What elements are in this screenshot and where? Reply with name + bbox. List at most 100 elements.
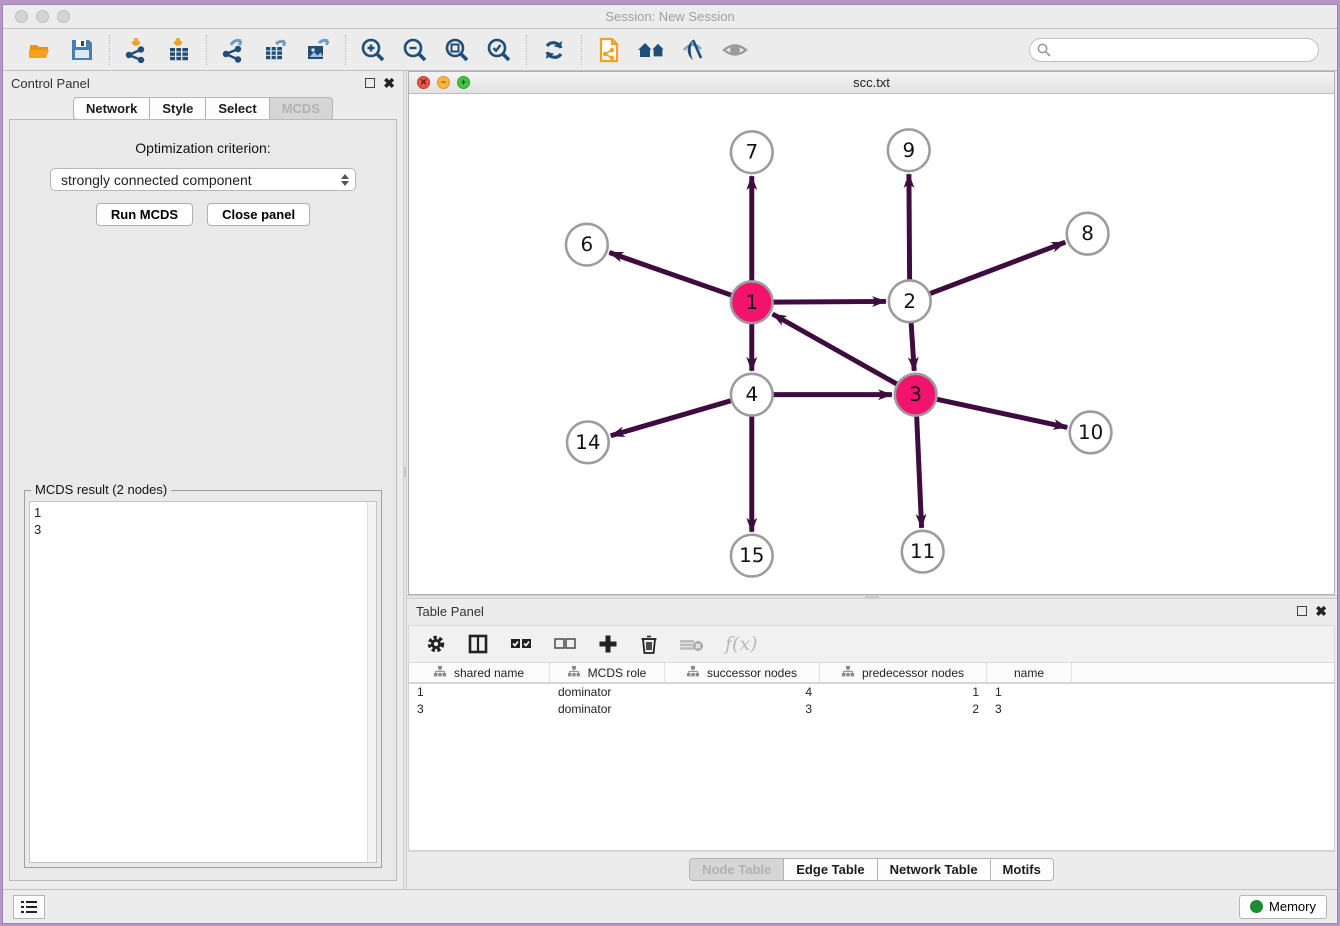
network-zoom-icon[interactable]: + [457,76,470,89]
graph-node-label-1: 1 [745,291,758,314]
show-columns-icon[interactable] [467,633,489,655]
table-cell[interactable]: dominator [550,701,665,718]
minimize-window-icon[interactable] [36,10,49,23]
tab-node-table[interactable]: Node Table [689,858,784,881]
search-input[interactable] [1029,38,1319,62]
tab-network-table[interactable]: Network Table [878,858,991,881]
import-network-icon[interactable] [123,36,151,64]
close-window-icon[interactable] [15,10,28,23]
title-bar: Session: New Session [3,5,1337,29]
table-cell[interactable]: 1 [409,684,550,701]
mcds-result-text[interactable]: 1 3 [29,501,377,863]
graph-edge-1-6[interactable] [609,253,734,297]
table-splitter[interactable] [407,595,1337,599]
graph-edge-2-3[interactable] [911,320,914,371]
graph-node-label-15: 15 [739,544,764,567]
graph-edge-3-11[interactable] [917,414,922,528]
zoom-out-icon[interactable] [401,36,429,64]
tab-network[interactable]: Network [73,97,150,120]
network-minimize-icon[interactable]: − [437,76,450,89]
table-cell[interactable]: 3 [665,701,820,718]
close-panel-button[interactable]: Close panel [207,203,310,226]
column-header-predecessor-nodes[interactable]: predecessor nodes [820,663,987,682]
tab-style[interactable]: Style [150,97,206,120]
column-header-name[interactable]: name [987,663,1072,682]
close-table-panel-icon[interactable]: ✖ [1315,606,1327,616]
maximize-window-icon[interactable] [57,10,70,23]
graph-edge-3-10[interactable] [934,399,1067,428]
network-canvas[interactable]: 7968124314101511 [409,94,1334,594]
memory-button[interactable]: Memory [1239,895,1327,919]
destroy-column-icon [679,635,705,653]
table-panel-header: Table Panel ✖ [408,599,1335,623]
float-panel-icon[interactable] [365,78,375,88]
control-panel-tabs: NetworkStyleSelectMCDS [73,97,333,120]
network-overview-icon[interactable] [595,36,623,64]
apply-layout-icon[interactable] [540,36,568,64]
task-history-button[interactable] [13,895,45,919]
column-type-icon [568,666,580,680]
graph-node-label-14: 14 [575,431,600,454]
graph-edge-2-9[interactable] [909,174,910,282]
network-window-titlebar[interactable]: ✕ − + scc.txt [409,72,1334,94]
column-type-icon [434,666,446,680]
export-network-icon[interactable] [220,36,248,64]
graph-node-label-11: 11 [910,540,935,563]
panel-splitter[interactable] [403,71,407,889]
optimization-criterion-label: Optimization criterion: [24,140,382,156]
traffic-lights[interactable] [15,10,70,23]
zoom-fit-icon[interactable] [443,36,471,64]
zoom-in-icon[interactable] [359,36,387,64]
column-header-shared-name[interactable]: shared name [409,663,550,682]
table-panel: Table Panel ✖ [407,599,1337,889]
main-toolbar [3,29,1337,71]
mcds-tab-content: Optimization criterion: strongly connect… [9,119,397,881]
graph-node-label-8: 8 [1081,222,1094,245]
table-row[interactable]: 1dominator411 [409,684,1334,701]
add-column-icon[interactable] [597,633,619,655]
memory-status-icon [1250,900,1263,913]
table-options-icon[interactable] [425,633,447,655]
table-header-row: shared nameMCDS rolesuccessor nodesprede… [409,663,1334,684]
graph-edge-2-8[interactable] [927,242,1065,294]
table-cell[interactable]: 3 [987,701,1072,718]
tab-motifs[interactable]: Motifs [991,858,1054,881]
show-graphics-details-icon[interactable] [679,36,707,64]
run-mcds-button[interactable]: Run MCDS [96,203,193,226]
float-table-panel-icon[interactable] [1297,606,1307,616]
close-panel-icon[interactable]: ✖ [383,78,395,88]
result-scrollbar[interactable] [367,502,376,862]
column-type-icon [687,666,699,680]
graph-edge-1-2[interactable] [771,301,886,302]
optimization-criterion-select[interactable]: strongly connected component [50,168,356,191]
table-cell[interactable]: 2 [820,701,987,718]
column-header-mcds-role[interactable]: MCDS role [550,663,665,682]
delete-selected-icon[interactable] [639,633,659,655]
home-icon[interactable] [637,36,665,64]
graph-edge-3-1[interactable] [773,314,900,385]
clear-selection-icon[interactable] [553,635,577,653]
import-table-icon[interactable] [165,36,193,64]
column-header-successor-nodes[interactable]: successor nodes [665,663,820,682]
table-cell[interactable]: 3 [409,701,550,718]
export-table-icon[interactable] [262,36,290,64]
table-row[interactable]: 3dominator323 [409,701,1334,718]
select-arrows-icon [341,174,349,186]
graph-node-label-2: 2 [903,290,916,313]
network-close-icon[interactable]: ✕ [417,76,430,89]
tab-select[interactable]: Select [206,97,269,120]
table-cell[interactable]: 4 [665,684,820,701]
select-all-icon[interactable] [509,635,533,653]
hide-graphics-details-icon[interactable] [721,36,749,64]
table-body: 1dominator4113dominator323 [409,684,1334,718]
save-session-icon[interactable] [68,36,96,64]
table-cell[interactable]: 1 [987,684,1072,701]
zoom-selected-icon[interactable] [485,36,513,64]
tab-mcds[interactable]: MCDS [270,97,333,120]
table-cell[interactable]: dominator [550,684,665,701]
table-cell[interactable]: 1 [820,684,987,701]
tab-edge-table[interactable]: Edge Table [784,858,877,881]
export-image-icon[interactable] [304,36,332,64]
open-session-icon[interactable] [26,36,54,64]
graph-edge-4-14[interactable] [611,400,734,436]
